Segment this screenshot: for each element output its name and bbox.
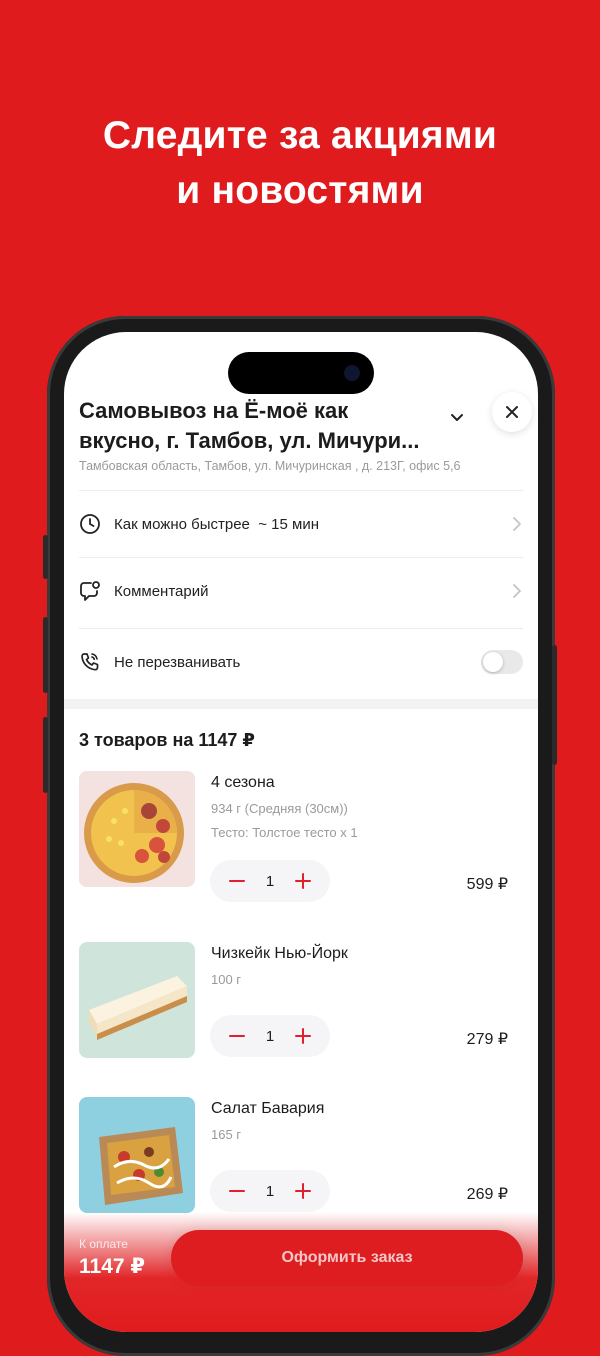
increase-button[interactable] — [294, 1182, 312, 1200]
total-value: 1147 ₽ — [79, 1255, 146, 1278]
increase-button[interactable] — [294, 1027, 312, 1045]
close-button[interactable] — [492, 392, 532, 432]
item-price: 279 ₽ — [466, 1031, 508, 1048]
total-label: К оплате — [79, 1237, 128, 1251]
item-name: Салат Бавария — [211, 1100, 325, 1117]
phone-volume-down — [43, 717, 48, 793]
decrease-button[interactable] — [228, 1027, 246, 1045]
promo-line-1: Следите за акциями — [102, 114, 498, 157]
cheesecake-image — [79, 942, 195, 1058]
pickup-title-line-1: Самовывоз на Ё-моё как — [79, 398, 349, 423]
item-weight: 934 г (Средняя (30см)) — [211, 801, 348, 816]
chevron-right-icon — [513, 584, 521, 598]
salad-image — [79, 1097, 195, 1213]
comment-row[interactable]: Комментарий — [79, 571, 523, 611]
pickup-address: Тамбовская область, Тамбов, ул. Мичуринс… — [79, 459, 461, 473]
divider — [79, 557, 523, 558]
phone-side-button — [43, 535, 48, 579]
decrease-button[interactable] — [228, 1182, 246, 1200]
no-call-label: Не перезванивать — [114, 653, 241, 671]
item-quantity: 1 — [265, 1027, 275, 1045]
comment-icon — [80, 581, 100, 601]
section-separator — [64, 699, 538, 709]
delivery-time-estimate: ~ 15 мин — [258, 515, 320, 533]
delivery-time-row[interactable]: Как можно быстрее ~ 15 мин — [79, 504, 523, 544]
item-weight: 100 г — [211, 972, 242, 987]
phone-no-call-icon — [81, 653, 99, 671]
close-icon — [506, 406, 518, 418]
item-quantity: 1 — [265, 1182, 275, 1200]
no-call-row: Не перезванивать — [79, 642, 523, 682]
divider — [79, 490, 523, 491]
phone-power-button — [552, 645, 557, 765]
cart-summary: 3 товаров на 1147 ₽ — [79, 730, 255, 750]
dynamic-island — [228, 352, 374, 394]
pickup-location-title[interactable]: Самовывоз на Ё-моё как вкусно, г. Тамбов… — [79, 396, 439, 456]
no-call-toggle[interactable] — [481, 650, 523, 674]
cart-item: 4 сезона 934 г (Средняя (30см)) Тесто: Т… — [79, 771, 523, 911]
increase-button[interactable] — [294, 872, 312, 890]
promo-line-2: и новостями — [176, 169, 424, 212]
app-screen: Самовывоз на Ё-моё как вкусно, г. Тамбов… — [64, 332, 538, 1332]
promo-headline: Следите за акциями и новостями — [0, 108, 600, 218]
quantity-stepper: 1 — [210, 1170, 330, 1212]
phone-volume-up — [43, 617, 48, 693]
item-price: 599 ₽ — [466, 876, 508, 893]
item-quantity: 1 — [265, 872, 275, 890]
cart-item: Чизкейк Нью-Йорк 100 г 1 279 ₽ — [79, 942, 523, 1082]
item-name: 4 сезона — [211, 774, 275, 791]
place-order-button[interactable]: Оформить заказ — [171, 1230, 523, 1286]
decrease-button[interactable] — [228, 872, 246, 890]
comment-label: Комментарий — [114, 582, 209, 600]
quantity-stepper: 1 — [210, 1015, 330, 1057]
chevron-right-icon — [513, 517, 521, 531]
pizza-image — [79, 771, 195, 887]
item-weight: 165 г — [211, 1127, 242, 1142]
quantity-stepper: 1 — [210, 860, 330, 902]
chevron-down-icon[interactable] — [448, 408, 466, 426]
item-name: Чизкейк Нью-Йорк — [211, 945, 348, 962]
clock-icon — [80, 514, 100, 534]
item-price: 269 ₽ — [466, 1186, 508, 1203]
delivery-time-label: Как можно быстрее — [114, 515, 250, 533]
item-option: Тесто: Толстое тесто x 1 — [211, 825, 358, 840]
pickup-title-line-2: вкусно, г. Тамбов, ул. Мичури... — [79, 428, 420, 453]
divider — [79, 628, 523, 629]
